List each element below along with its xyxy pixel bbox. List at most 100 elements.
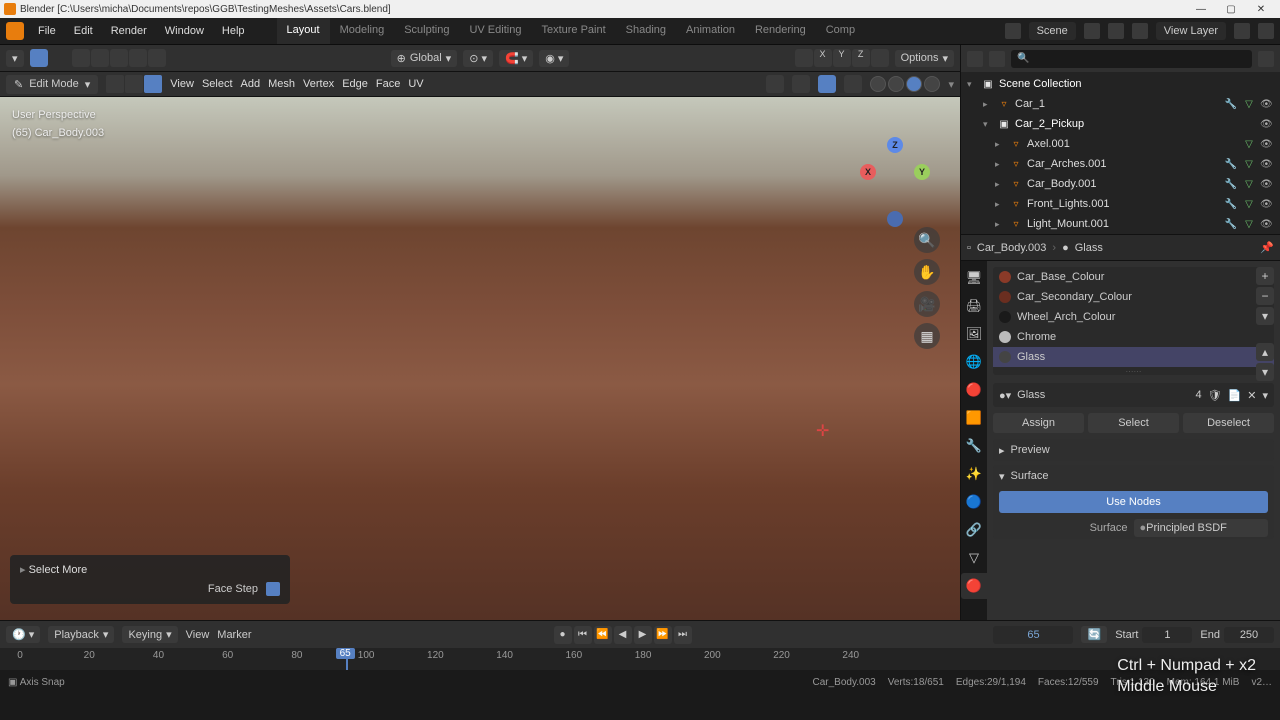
material-slot[interactable]: Glass — [993, 347, 1274, 367]
autokey-toggle-icon[interactable]: ● — [554, 626, 572, 644]
tab-compositing[interactable]: Comp — [816, 18, 865, 44]
material-slot-list[interactable]: Car_Base_ColourCar_Secondary_ColourWheel… — [993, 267, 1274, 375]
visibility-toggle-icon[interactable]: 👁 — [1260, 139, 1274, 150]
tab-output-icon[interactable]: 🖨 — [961, 293, 987, 319]
orientation-dropdown[interactable]: ⊕Global▾ — [391, 50, 458, 67]
current-frame-input[interactable]: 65 — [993, 626, 1073, 644]
surface-shader-dropdown[interactable]: ● Principled BSDF — [1134, 519, 1269, 537]
tab-sculpting[interactable]: Sculpting — [394, 18, 459, 44]
keying-dropdown[interactable]: Keying ▾ — [122, 626, 177, 643]
jump-end-icon[interactable]: ⏭ — [674, 626, 692, 644]
menu-help[interactable]: Help — [214, 21, 253, 41]
viewlayer-dropdown[interactable]: View Layer — [1156, 22, 1226, 40]
tab-rendering[interactable]: Rendering — [745, 18, 816, 44]
viewlayer-delete-icon[interactable] — [1258, 23, 1274, 39]
face-step-checkbox[interactable] — [266, 582, 280, 596]
pivot-dropdown[interactable]: ⊙ ▾ — [463, 50, 493, 67]
list-resize-handle[interactable]: ⋯⋯ — [993, 367, 1274, 375]
snap-toggle[interactable]: 🧲 ▾ — [499, 50, 533, 67]
redo-last-panel[interactable]: ▸ Select More Face Step — [10, 555, 290, 604]
tab-modifiers-icon[interactable]: 🔧 — [961, 433, 987, 459]
outliner-display-mode-icon[interactable] — [989, 51, 1005, 67]
blender-logo-icon[interactable] — [6, 22, 24, 40]
outliner-item[interactable]: ▾▣Car_2_Pickup👁 — [961, 114, 1280, 134]
unlink-material-icon[interactable]: ✕ — [1247, 389, 1256, 402]
menu-uv[interactable]: UV — [408, 78, 423, 90]
tab-layout[interactable]: Layout — [277, 18, 330, 44]
outliner-item[interactable]: ▸▿Axel.001▽👁 — [961, 134, 1280, 154]
select-button[interactable]: Select — [1088, 413, 1179, 433]
frame-sync-icon[interactable]: 🔄 — [1081, 626, 1107, 643]
play-reverse-icon[interactable]: ◀ — [614, 626, 632, 644]
tab-uv-editing[interactable]: UV Editing — [459, 18, 531, 44]
node-editor-icon[interactable]: ▾ — [1262, 389, 1268, 402]
shading-wireframe-icon[interactable] — [870, 76, 886, 92]
select-mode-new-icon[interactable] — [72, 49, 90, 67]
tab-material-icon[interactable]: 🔴 — [961, 573, 987, 599]
shading-rendered-icon[interactable] — [924, 76, 940, 92]
timeline-editor-icon[interactable]: 🕐 ▾ — [6, 626, 40, 643]
outliner-item[interactable]: ▸▿Light_Mount.001🔧▽👁 — [961, 214, 1280, 234]
visibility-toggle-icon[interactable]: 👁 — [1260, 219, 1274, 230]
maximize-button[interactable]: ▢ — [1216, 0, 1246, 18]
visibility-toggle-icon[interactable]: 👁 — [1260, 159, 1274, 170]
axis-x-icon[interactable]: X — [860, 164, 876, 180]
snap-z-icon[interactable]: Z — [852, 49, 870, 67]
tab-animation[interactable]: Animation — [676, 18, 745, 44]
menu-vertex[interactable]: Vertex — [303, 78, 334, 90]
viewlayer-new-icon[interactable] — [1234, 23, 1250, 39]
material-add-button[interactable]: + — [1256, 267, 1274, 285]
tab-texture-paint[interactable]: Texture Paint — [531, 18, 615, 44]
outliner-scene-collection[interactable]: ▾▣Scene Collection — [961, 74, 1280, 94]
vertex-select-mode[interactable] — [106, 75, 124, 93]
snap-y-icon[interactable]: Y — [833, 49, 851, 67]
tab-shading[interactable]: Shading — [616, 18, 676, 44]
visibility-toggle-icon[interactable]: 👁 — [1260, 119, 1274, 130]
3d-viewport[interactable]: User Perspective (65) Car_Body.003 X Y Z… — [0, 97, 960, 620]
mesh-display-icon[interactable] — [766, 75, 784, 93]
face-select-mode[interactable] — [144, 75, 162, 93]
tab-mesh-data-icon[interactable]: ▽ — [961, 545, 987, 571]
minimize-button[interactable]: — — [1186, 0, 1216, 18]
menu-edit[interactable]: Edit — [66, 21, 101, 41]
mirror-icon[interactable] — [871, 49, 889, 67]
tab-particles-icon[interactable]: ✨ — [961, 461, 987, 487]
zoom-button-icon[interactable]: 🔍 — [914, 227, 940, 253]
tab-render-icon[interactable]: 🖥 — [961, 265, 987, 291]
select-mode-subtract-icon[interactable] — [110, 49, 128, 67]
shading-material-icon[interactable] — [906, 76, 922, 92]
edge-select-mode[interactable] — [125, 75, 143, 93]
visibility-toggle-icon[interactable]: 👁 — [1260, 199, 1274, 210]
new-material-icon[interactable]: 📄 — [1228, 389, 1242, 402]
scene-new-icon[interactable] — [1084, 23, 1100, 39]
viewlayer-browse-icon[interactable] — [1132, 23, 1148, 39]
select-tool-dropdown[interactable]: ▾ — [6, 50, 24, 67]
snap-x-icon[interactable]: X — [814, 49, 832, 67]
select-mode-extend-icon[interactable] — [91, 49, 109, 67]
material-slot[interactable]: Chrome — [993, 327, 1274, 347]
material-move-down-button[interactable]: ▾ — [1256, 363, 1274, 381]
pin-icon[interactable]: 📌 — [1260, 241, 1274, 254]
outliner-item[interactable]: ▸▿Front_Lights.001🔧▽👁 — [961, 194, 1280, 214]
menu-select[interactable]: Select — [202, 78, 233, 90]
overlays-toggle-icon[interactable] — [792, 75, 810, 93]
menu-add[interactable]: Add — [241, 78, 261, 90]
material-menu-icon[interactable]: ▾ — [1256, 307, 1274, 325]
end-frame-input[interactable]: 250 — [1224, 627, 1274, 643]
select-mode-invert-icon[interactable] — [129, 49, 147, 67]
navigation-gizmo[interactable]: X Y Z — [860, 137, 930, 207]
outliner-tree[interactable]: ▾▣Scene Collection ▸▿Car_1🔧▽👁▾▣Car_2_Pic… — [961, 72, 1280, 234]
fake-user-icon[interactable]: 🛡 — [1208, 389, 1222, 402]
play-forward-icon[interactable]: ▶ — [634, 626, 652, 644]
preview-panel[interactable]: ▸Preview — [993, 439, 1274, 461]
menu-edge[interactable]: Edge — [342, 78, 368, 90]
visibility-toggle-icon[interactable]: 👁 — [1260, 179, 1274, 190]
visibility-toggle-icon[interactable]: 👁 — [1260, 99, 1274, 110]
jump-prev-key-icon[interactable]: ⏪ — [594, 626, 612, 644]
jump-next-key-icon[interactable]: ⏩ — [654, 626, 672, 644]
menu-file[interactable]: File — [30, 21, 64, 41]
jump-start-icon[interactable]: ⏮ — [574, 626, 592, 644]
axis-z-icon[interactable]: Z — [887, 137, 903, 153]
menu-render[interactable]: Render — [103, 21, 155, 41]
close-button[interactable]: ✕ — [1246, 0, 1276, 18]
